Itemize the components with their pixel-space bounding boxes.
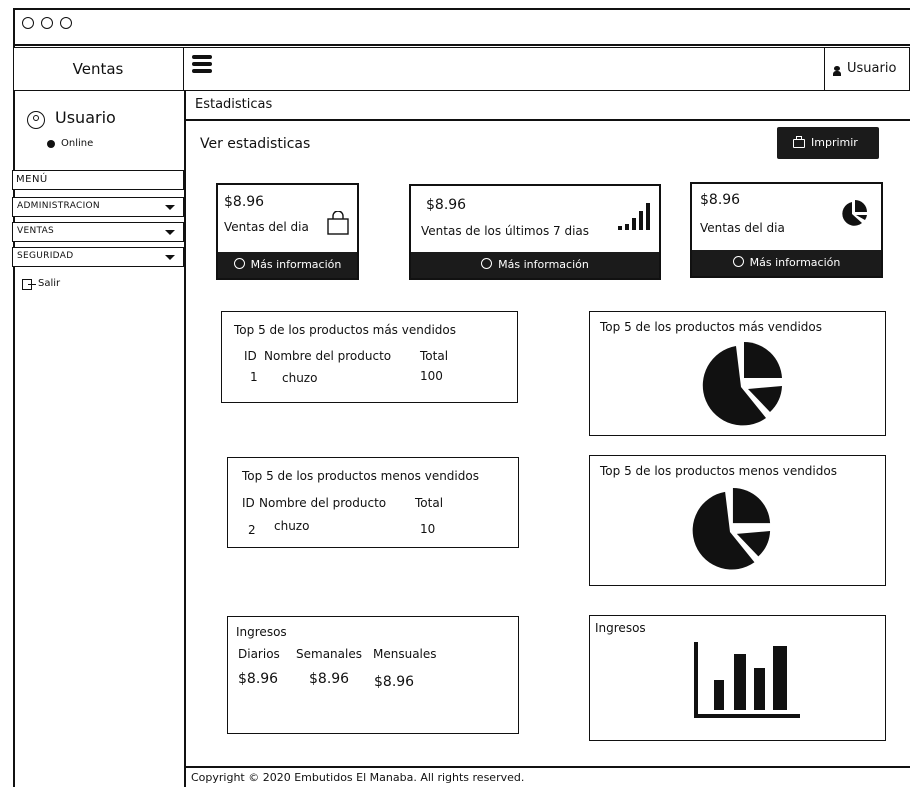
income-chart-panel: Ingresos (589, 615, 886, 741)
user-menu-label: Usuario (847, 61, 897, 76)
sidebar-item-seguridad[interactable]: SEGURIDAD (12, 247, 184, 267)
income-table-panel: Ingresos Diarios Semanales Mensuales $8.… (227, 616, 519, 734)
sidebar-item-label: VENTAS (17, 226, 55, 236)
window-circle-icon[interactable] (41, 17, 53, 29)
signal-bars-icon (617, 200, 653, 234)
stat-card-label: Ventas del dia (224, 220, 309, 234)
sidebar-item-administracion[interactable]: ADMINISTRACION (12, 197, 184, 217)
brand-title: Ventas (72, 60, 124, 78)
least-sold-chart-panel: Top 5 de los productos menos vendidos (589, 455, 886, 586)
panel-title: Top 5 de los productos más vendidos (600, 320, 822, 334)
pie-chart-icon (838, 198, 870, 230)
print-button-label: Imprimir (811, 136, 858, 149)
hamburger-icon[interactable] (192, 55, 214, 73)
panel-title: Top 5 de los productos menos vendidos (600, 464, 837, 478)
top-sold-table-panel: Top 5 de los productos más vendidos ID N… (221, 311, 518, 403)
breadcrumb-divider (185, 119, 910, 121)
user-menu[interactable]: Usuario (824, 47, 910, 91)
more-info-link[interactable]: Más información (692, 250, 881, 276)
footer-divider (185, 766, 910, 768)
stat-card-label: Ventas del dia (700, 221, 785, 235)
panel-title: Top 5 de los productos más vendidos (234, 323, 456, 337)
printer-icon (793, 139, 805, 148)
stat-card: $8.96 Ventas del dia Más información (216, 183, 359, 280)
table-cell-name: chuzo (274, 519, 310, 533)
income-value-daily: $8.96 (238, 671, 279, 687)
stat-card: $8.96 Ventas del dia Más información (690, 182, 883, 278)
sidebar-item-label: ADMINISTRACION (17, 201, 100, 211)
col-header-monthly: Mensuales (373, 647, 437, 661)
sidebar-item-ventas[interactable]: VENTAS (12, 222, 184, 242)
window-controls (22, 16, 82, 32)
least-sold-table-panel: Top 5 de los productos menos vendidos ID… (227, 457, 519, 548)
sidebar-item-label: SEGURIDAD (17, 251, 74, 261)
user-icon (833, 66, 841, 76)
stat-card: $8.96 Ventas de los últimos 7 dias Más i… (409, 184, 661, 280)
stat-card-value: $8.96 (426, 197, 467, 213)
stat-card-label: Ventas de los últimos 7 dias (421, 224, 590, 238)
panel-title: Ingresos (595, 621, 646, 635)
col-header-daily: Diarios (238, 647, 280, 661)
print-button[interactable]: Imprimir (777, 127, 879, 159)
table-cell-id: 1 (250, 370, 258, 384)
chevron-down-icon (165, 205, 175, 210)
chevron-down-icon (165, 230, 175, 235)
logout-label: Salir (38, 278, 61, 289)
col-header-total: Total (415, 496, 444, 510)
top-navbar: Usuario (184, 47, 910, 91)
table-cell-total: 10 (420, 522, 436, 536)
title-bar-divider (13, 44, 910, 46)
income-value-weekly: $8.96 (309, 671, 350, 687)
window-circle-icon[interactable] (60, 17, 72, 29)
table-cell-total: 100 (420, 369, 443, 383)
more-info-link[interactable]: Más información (411, 252, 659, 278)
more-info-link[interactable]: Más información (218, 252, 357, 278)
sidebar-item-salir[interactable]: Salir (22, 276, 102, 294)
footer-text: Copyright © 2020 Embutidos El Manaba. Al… (191, 771, 525, 784)
sidebar-user-panel: Usuario Online (13, 91, 184, 161)
more-info-label: Más información (749, 256, 841, 269)
sidebar-user-name: Usuario (55, 108, 116, 127)
more-info-label: Más información (498, 258, 589, 271)
panel-title: Top 5 de los productos menos vendidos (242, 469, 479, 483)
bar-chart-icon (692, 640, 802, 720)
sidebar-divider (184, 91, 186, 787)
panel-title: Ingresos (236, 625, 287, 639)
pie-chart-icon (696, 340, 786, 430)
more-info-label: Más información (250, 258, 342, 271)
chevron-down-icon (165, 255, 175, 260)
brand-box[interactable]: Ventas (13, 47, 184, 91)
stat-card-value: $8.96 (224, 194, 265, 210)
col-header-id: ID (242, 496, 255, 510)
sidebar-user-status: Online (61, 138, 94, 149)
page-subtitle: Ver estadisticas (200, 136, 311, 152)
page-title: Estadisticas (195, 97, 273, 112)
pie-chart-icon (686, 486, 774, 574)
table-cell-name: chuzo (282, 371, 318, 385)
menu-header-label: MENÚ (16, 174, 48, 185)
window-top-border (13, 8, 910, 10)
col-header-name: Nombre del producto (259, 496, 387, 510)
shopping-bag-icon (326, 210, 350, 235)
online-status-icon (47, 140, 55, 148)
table-cell-id: 2 (248, 523, 256, 537)
col-header-weekly: Semanales (296, 647, 362, 661)
stat-card-value: $8.96 (700, 192, 741, 208)
top-sold-chart-panel: Top 5 de los productos más vendidos (589, 311, 886, 436)
user-avatar-icon (27, 111, 45, 129)
sidebar-menu-header: MENÚ (12, 170, 184, 190)
income-value-monthly: $8.96 (374, 674, 415, 690)
window-circle-icon[interactable] (22, 17, 34, 29)
col-header-total: Total (420, 349, 449, 363)
col-header-name: Nombre del producto (264, 349, 392, 363)
col-header-id: ID (244, 349, 257, 363)
